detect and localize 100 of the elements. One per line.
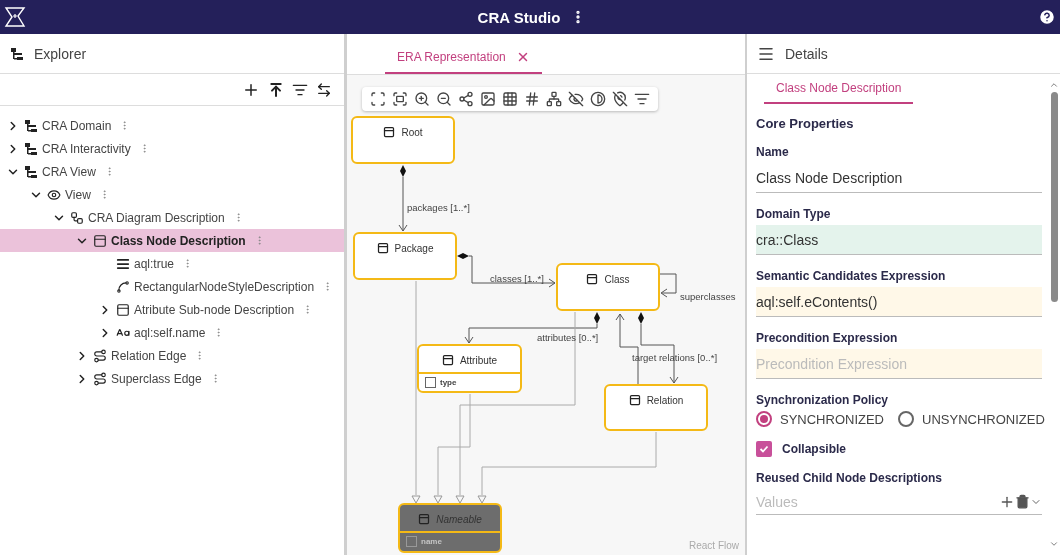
pin-off-icon[interactable] bbox=[612, 91, 628, 107]
radio-label: UNSYNCHRONIZED bbox=[922, 411, 1045, 427]
scroll-up-icon[interactable] bbox=[1049, 80, 1059, 90]
grid-icon[interactable] bbox=[502, 91, 518, 107]
node-title: Root bbox=[401, 126, 423, 138]
field-label: Reused Child Node Descriptions bbox=[756, 471, 944, 485]
scroll-down-icon[interactable] bbox=[1049, 539, 1059, 549]
eye-icon bbox=[47, 187, 61, 202]
tree-item[interactable]: Superclass Edge bbox=[0, 367, 344, 390]
class-node[interactable]: Package bbox=[353, 232, 457, 280]
tree-item[interactable]: CRA Interactivity bbox=[0, 137, 344, 160]
tree-item[interactable]: Class Node Description bbox=[0, 229, 344, 252]
eye-off-icon[interactable] bbox=[568, 91, 584, 107]
upload-button[interactable] bbox=[268, 81, 284, 98]
filter-icon[interactable] bbox=[634, 91, 650, 107]
checkbox-label: Collapsible bbox=[782, 442, 846, 456]
tree-item-label: CRA View bbox=[42, 164, 96, 179]
input-field[interactable]: cra::Class bbox=[756, 225, 1042, 255]
node-title: Nameable bbox=[436, 513, 482, 525]
spline-icon bbox=[116, 279, 130, 294]
input-field[interactable]: Precondition Expression bbox=[756, 349, 1042, 379]
node-title: Class bbox=[604, 273, 630, 285]
input-field[interactable]: aql:self.eContents() bbox=[756, 287, 1042, 317]
hash-icon[interactable] bbox=[524, 91, 540, 107]
details-tab[interactable]: Class Node Description bbox=[764, 81, 914, 104]
tree-item-label: Superclass Edge bbox=[111, 371, 202, 386]
panel-icon bbox=[93, 233, 107, 248]
panel-icon bbox=[116, 302, 130, 317]
contrast-icon[interactable] bbox=[590, 91, 606, 107]
panel-title: Details bbox=[785, 45, 828, 62]
class-node[interactable]: Class bbox=[556, 263, 660, 311]
class-node[interactable]: Root bbox=[351, 116, 455, 164]
tree-item-label: aql:self.name bbox=[134, 325, 206, 340]
checkbox[interactable] bbox=[756, 441, 772, 457]
lines-icon bbox=[116, 256, 130, 271]
network-icon[interactable] bbox=[546, 91, 562, 107]
node-title: Attribute bbox=[459, 354, 498, 366]
panel-title: Explorer bbox=[34, 45, 87, 62]
hierarchy-icon bbox=[24, 164, 38, 179]
tree-item[interactable]: aql:true bbox=[0, 252, 344, 275]
class-node[interactable]: Attribute type bbox=[417, 344, 522, 393]
input-field[interactable]: Class Node Description bbox=[756, 163, 1042, 193]
tree-item[interactable]: CRA Domain bbox=[0, 114, 344, 137]
delete-icon[interactable] bbox=[1015, 494, 1030, 509]
tree-item[interactable]: Atribute Sub-node Description bbox=[0, 298, 344, 321]
tree-item-label: CRA Domain bbox=[42, 118, 112, 133]
tree-item[interactable]: View bbox=[0, 183, 344, 206]
logo-icon[interactable] bbox=[4, 6, 26, 28]
panel-icon bbox=[376, 242, 389, 254]
workflow-icon bbox=[70, 210, 84, 225]
tree-item-label: Atribute Sub-node Description bbox=[134, 302, 295, 317]
class-node[interactable]: Relation bbox=[604, 384, 708, 431]
edge-label: target relations [0..*] bbox=[632, 352, 718, 363]
image-icon[interactable] bbox=[480, 91, 496, 107]
panel-icon bbox=[383, 126, 396, 138]
tree-item[interactable]: CRA Diagram Description bbox=[0, 206, 344, 229]
edge-label: packages [1..*] bbox=[407, 202, 470, 213]
help-icon[interactable] bbox=[1038, 8, 1056, 26]
attribute-label: type bbox=[440, 378, 457, 387]
zoom-out-icon[interactable] bbox=[436, 91, 452, 107]
panel-icon bbox=[628, 394, 641, 406]
field-label: Synchronization Policy bbox=[756, 393, 890, 407]
input-field[interactable]: Values bbox=[756, 493, 999, 510]
tree-item[interactable]: RectangularNodeStyleDescription bbox=[0, 275, 344, 298]
self-loop-edge bbox=[659, 273, 677, 298]
field-label: Name bbox=[756, 145, 790, 159]
field-label: Precondition Expression bbox=[756, 331, 899, 345]
edge-label: attributes [0..*] bbox=[537, 332, 599, 343]
node-title: Package bbox=[394, 242, 434, 254]
zoom-in-icon[interactable] bbox=[414, 91, 430, 107]
tree-item[interactable]: aql:self.name bbox=[0, 321, 344, 344]
composition-edge bbox=[398, 165, 408, 232]
panel-icon bbox=[418, 513, 431, 525]
edge-label: superclasses bbox=[680, 291, 736, 302]
tree-item-label: aql:true bbox=[134, 256, 175, 271]
swap-button[interactable] bbox=[316, 81, 332, 98]
hierarchy-icon bbox=[10, 46, 24, 61]
hierarchy-icon bbox=[24, 141, 38, 156]
tree-item-label: Relation Edge bbox=[111, 348, 187, 363]
tree-item-label: RectangularNodeStyleDescription bbox=[134, 279, 315, 294]
hierarchy-icon bbox=[24, 118, 38, 133]
radio-button[interactable] bbox=[898, 411, 914, 427]
radio-label: SYNCHRONIZED bbox=[780, 411, 884, 427]
tree-item-label: Class Node Description bbox=[111, 233, 246, 248]
panel-icon bbox=[441, 354, 454, 366]
edge-label: classes [1..*] bbox=[490, 273, 544, 284]
radio-button[interactable] bbox=[756, 411, 772, 427]
fullscreen-icon[interactable] bbox=[392, 91, 408, 107]
attribution-text: React Flow bbox=[689, 540, 739, 551]
tree-item-label: View bbox=[65, 187, 91, 202]
tree-item-label: CRA Diagram Description bbox=[88, 210, 225, 225]
route-icon bbox=[93, 348, 107, 363]
fit-screen-icon[interactable] bbox=[370, 91, 386, 107]
section-title: Core Properties bbox=[756, 116, 855, 131]
field-label: Semantic Candidates Expression bbox=[756, 269, 947, 283]
attribute-icon bbox=[425, 377, 436, 388]
attribute-label: name bbox=[421, 537, 442, 546]
tree-item[interactable]: Relation Edge bbox=[0, 344, 344, 367]
tree-item[interactable]: CRA View bbox=[0, 160, 344, 183]
share-icon[interactable] bbox=[458, 91, 474, 107]
